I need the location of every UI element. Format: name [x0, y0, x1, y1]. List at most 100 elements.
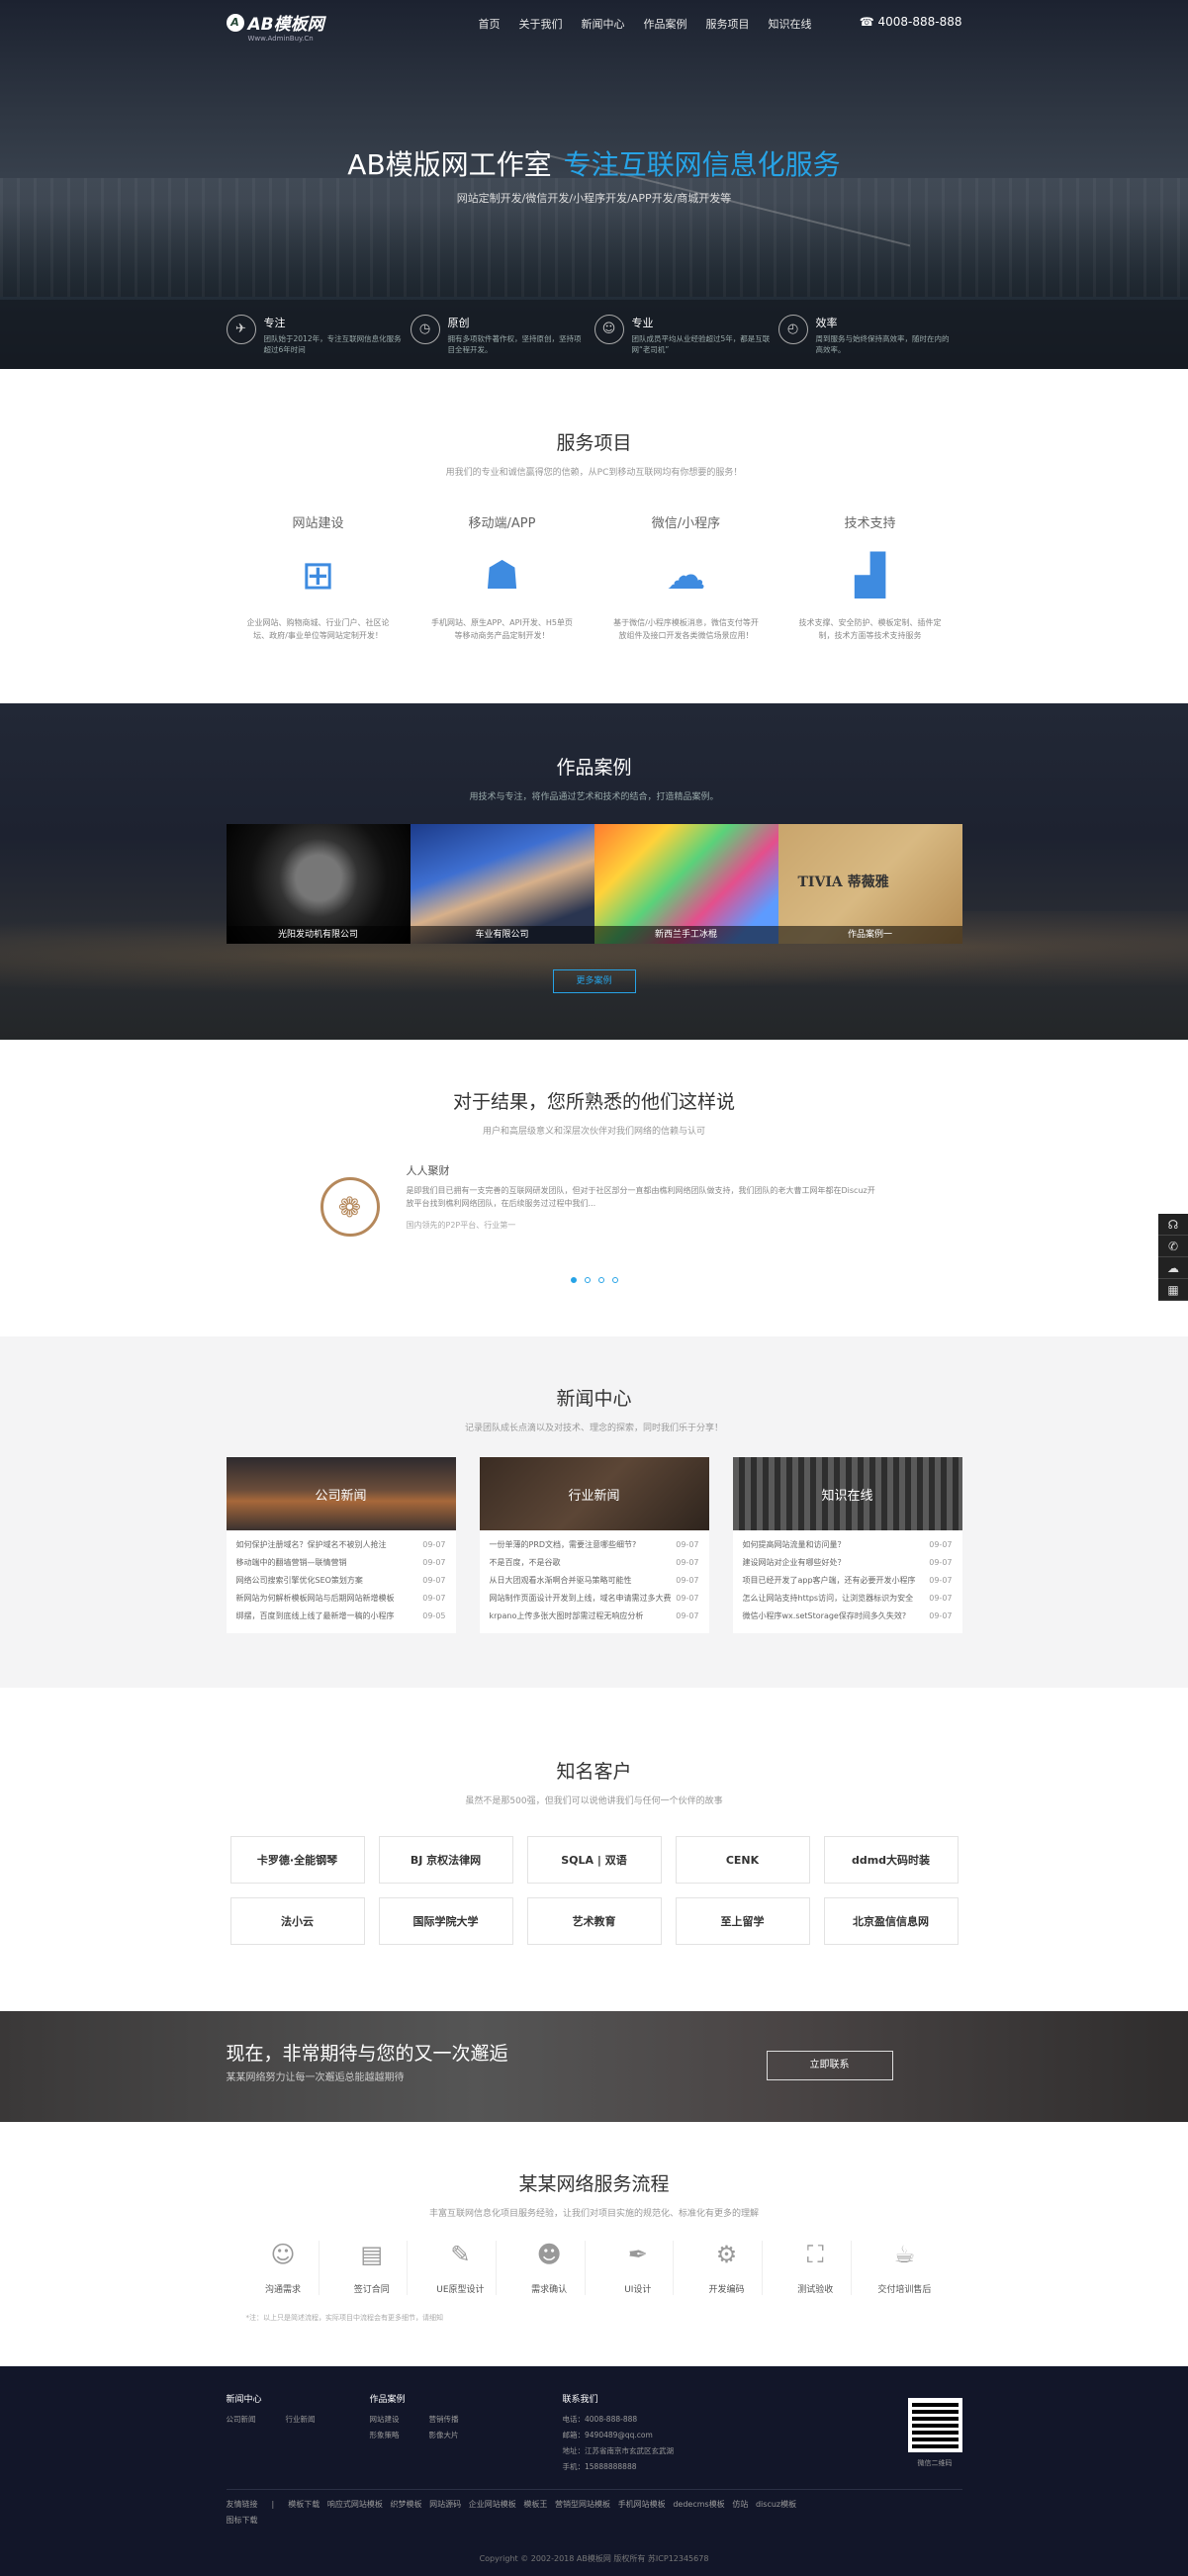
hero-title: AB模版网工作室 专注互联网信息化服务 — [347, 148, 841, 181]
client-logo[interactable]: 北京盈信信息网 — [823, 1897, 959, 1945]
process-step: ✎ UE原型设计 — [425, 2241, 497, 2295]
case-brand-logo: TIVIA 蒂薇雅 — [797, 874, 889, 890]
nav-news[interactable]: 新闻中心 — [582, 16, 625, 32]
more-cases-button[interactable]: 更多案例 — [552, 969, 636, 993]
news-item[interactable]: 微信小程序wx.setStorage保存时间多久失效? 09-07 — [743, 1608, 953, 1625]
footer-link[interactable]: 图标下载 — [227, 2516, 258, 2525]
service-item[interactable]: 技术支持 ▟ 技术支撑、安全防护、模板定制、插件定制，技术方面等技术支持服务 — [778, 512, 962, 642]
carousel-dot[interactable] — [611, 1277, 618, 1283]
footer-link[interactable]: 营销型网站模板 — [555, 2500, 610, 2509]
client-logo[interactable]: 法小云 — [229, 1897, 365, 1945]
news-item[interactable]: 建设网站对企业有哪些好处？ 09-07 — [743, 1554, 953, 1572]
footer-link[interactable]: 模板下载 — [288, 2500, 320, 2509]
footer-link[interactable]: 企业网站模板 — [469, 2500, 516, 2509]
carousel-dot[interactable] — [584, 1277, 591, 1283]
carousel-dot[interactable] — [597, 1277, 604, 1283]
client-logo[interactable]: 国际学院大学 — [378, 1897, 513, 1945]
service-item[interactable]: 微信/小程序 ☁ 基于微信/小程序模板消息，微信支付等开放组件及接口开发各类微信场景… — [594, 512, 778, 642]
footer-link[interactable]: 行业新闻 — [286, 2412, 316, 2428]
main-nav: 首页 关于我们 新闻中心 作品案例 服务项目 知识在线 — [479, 16, 812, 32]
compass-icon: ✈ — [226, 314, 256, 344]
gear-icon: ⚙ — [715, 2241, 738, 2268]
case-item[interactable]: 新西兰手工冰棍 — [594, 824, 778, 944]
case-item[interactable]: TIVIA 蒂薇雅 作品案例一 — [777, 824, 962, 944]
cta-subtitle: 某某网络努力让每一次邂逅总能越越期待 — [226, 2072, 405, 2083]
news-column-banner[interactable]: 知识在线 — [732, 1457, 962, 1530]
footer-link[interactable]: 形象策略 — [370, 2428, 400, 2443]
nav-knowledge[interactable]: 知识在线 — [769, 16, 812, 32]
process-section: 某某网络服务流程 丰富互联网信息化项目服务经验，让我们对项目实施的规范化、标准化… — [0, 2122, 1188, 2366]
cases-title: 作品案例 — [556, 757, 632, 779]
footer-link[interactable]: 营销传播 — [429, 2412, 459, 2428]
pen-icon: ✒ — [627, 2241, 648, 2268]
service-item[interactable]: 移动端/APP ☗ 手机网站、原生APP、API开发、H5单页等移动商务产品定制开发… — [411, 512, 594, 642]
news-item[interactable]: krpano上传多张大图时部需过程无响应分析 09-07 — [490, 1608, 699, 1625]
client-logo[interactable]: BJ 京权法律网 — [378, 1836, 513, 1884]
footer-link[interactable]: 影像大片 — [429, 2428, 459, 2443]
nav-about[interactable]: 关于我们 — [519, 16, 563, 32]
client-logo[interactable]: SQLA | 双语 — [526, 1836, 662, 1884]
footer-link[interactable]: 网站源码 — [429, 2500, 461, 2509]
news-column-banner[interactable]: 行业新闻 — [479, 1457, 709, 1530]
carousel-dots — [227, 1277, 962, 1283]
feature-item: ◷ 原创 拥有多项软件著作权，坚持原创，坚持项目全程开发。 — [410, 314, 594, 355]
footer-link[interactable]: 公司新闻 — [227, 2412, 256, 2428]
client-logo[interactable]: 艺术教育 — [526, 1897, 662, 1945]
news-item[interactable]: 绑摆，百度到底线上线了最新增一稿的小程序 09-05 — [236, 1608, 446, 1625]
client-logo[interactable]: CENK — [675, 1836, 810, 1884]
news-item[interactable]: 网络公司搜索引擎优化SEO策划方案 09-07 — [236, 1572, 446, 1590]
footer-link[interactable]: 网站建设 — [370, 2412, 400, 2428]
footer-link[interactable]: 模板王 — [523, 2500, 547, 2509]
testimonial-tagline: 国内领先的P2P平台、行业第一 — [406, 1221, 516, 1230]
footer-link[interactable]: 仿站 — [732, 2500, 748, 2509]
news-item[interactable]: 网站制作页面设计开发到上线，域名申请需过多大费 09-07 — [490, 1590, 699, 1608]
footer-contact-column: 联系我们 电话：4008-888-888 邮箱：9490489@qq.com 地… — [562, 2395, 675, 2471]
news-item[interactable]: 新网站为何解析模板网站与后期网站新增模板 09-07 — [236, 1590, 446, 1608]
process-title: 某某网络服务流程 — [518, 2173, 670, 2195]
edit-icon: ✎ — [450, 2241, 471, 2268]
news-item[interactable]: 怎么让网站支持https访问，让浏览器标识为安全 09-07 — [743, 1590, 953, 1608]
nav-home[interactable]: 首页 — [479, 16, 501, 32]
android-icon: ☗ — [484, 553, 520, 598]
news-item[interactable]: 从日大团观看水渐啊合并驱马策略可能性 09-07 — [490, 1572, 699, 1590]
nav-services[interactable]: 服务项目 — [706, 16, 750, 32]
carousel-dot[interactable] — [570, 1277, 577, 1283]
process-step: ⚙ 开发编码 — [691, 2241, 764, 2295]
testimonial-section: 对于结果，您所熟悉的他们这样说 用户和高层级意义和深层次伙伴对我们网络的信赖与认… — [0, 1040, 1188, 1336]
clients-subtitle: 虽然不是那500强，但我们可以说他讲我们与任何一个伙伴的故事 — [465, 1796, 723, 1806]
footer-link[interactable]: 响应式网站模板 — [327, 2500, 383, 2509]
news-item[interactable]: 一份单薄的PRD文档，需要注意哪些细节? 09-07 — [490, 1536, 699, 1554]
process-step: ☻ 需求确认 — [514, 2241, 586, 2295]
logo[interactable]: A AB模板网 Www.AdminBuy.Cn — [226, 10, 324, 43]
case-item[interactable]: 光阳发动机有限公司 — [226, 824, 411, 944]
news-item[interactable]: 移动端中的翻墙营销—联情营销 09-07 — [236, 1554, 446, 1572]
nav-cases[interactable]: 作品案例 — [644, 16, 687, 32]
wechat-icon[interactable]: ☁ — [1158, 1257, 1188, 1279]
news-column-banner[interactable]: 公司新闻 — [226, 1457, 456, 1530]
service-item[interactable]: 网站建设 ⊞ 企业网站、购物商城、行业门户、社区论坛、政府/事业单位等网站定制开发！ — [227, 512, 411, 642]
testimonial-name: 人人聚财 — [406, 1164, 450, 1177]
testimonial-title: 对于结果，您所熟悉的他们这样说 — [452, 1091, 735, 1113]
contact-now-button[interactable]: 立即联系 — [766, 2051, 893, 2080]
news-column: 行业新闻 一份单薄的PRD文档，需要注意哪些细节? 09-07 不是百度，不是谷歌… — [479, 1457, 709, 1633]
client-logo[interactable]: 至上留学 — [675, 1897, 810, 1945]
wechat-icon: ☁ — [666, 553, 706, 598]
qrcode-icon[interactable]: ▦ — [1158, 1279, 1188, 1301]
footer-link[interactable]: discuz模板 — [756, 2500, 796, 2509]
case-item[interactable]: 车业有限公司 — [410, 824, 594, 944]
phone-icon[interactable]: ✆ — [1158, 1236, 1188, 1257]
news-item[interactable]: 如何提高网站流量和访问量？ 09-07 — [743, 1536, 953, 1554]
footer-link[interactable]: dedecms模板 — [673, 2500, 724, 2509]
news-item[interactable]: 如何保护注册域名？保护域名不被别人抢注 09-07 — [236, 1536, 446, 1554]
cases-subtitle: 用技术与专注，将作品通过艺术和技术的结合，打造精品案例。 — [469, 792, 719, 802]
client-logo[interactable]: ddmd大码时装 — [823, 1836, 959, 1884]
headset-icon[interactable]: ☊ — [1158, 1214, 1188, 1236]
chart-icon: ▟ — [855, 553, 885, 598]
footer-link[interactable]: 手机网站模板 — [618, 2500, 666, 2509]
news-item[interactable]: 项目已经开发了app客户端，还有必要开发小程序 09-07 — [743, 1572, 953, 1590]
testimonial-text: 是即我们目已拥有一支完善的互联网研发团队，但对于社区部分一直都由樵利网络团队做支… — [406, 1186, 875, 1208]
client-logo[interactable]: 卡罗德·全能钢琴 — [229, 1836, 365, 1884]
news-item[interactable]: 不是百度，不是谷歌 09-07 — [490, 1554, 699, 1572]
footer-link[interactable]: 织梦模板 — [390, 2500, 421, 2509]
process-step: ▤ 签订合同 — [336, 2241, 409, 2295]
